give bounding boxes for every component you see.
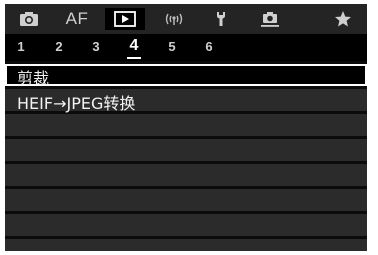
page-number-6[interactable]: 6 xyxy=(202,39,216,54)
page-number-4-active[interactable]: 4 xyxy=(127,37,141,55)
menu-row-empty xyxy=(5,189,367,211)
wrench-icon xyxy=(213,10,231,28)
active-page-indicator xyxy=(127,57,141,59)
page-number-3[interactable]: 3 xyxy=(89,39,103,54)
menu-tab-bar: AF xyxy=(5,4,367,34)
tab-my-menu[interactable] xyxy=(323,8,363,30)
menu-row-empty xyxy=(5,114,367,136)
camera-menu-screen: AF 1 2 3 4 5 6 剪裁 HEIF→JPEG转换 xyxy=(5,4,367,251)
tab-custom[interactable] xyxy=(250,8,290,30)
tab-af-label: AF xyxy=(65,9,89,28)
menu-row-empty xyxy=(5,139,367,161)
menu-item-heif-to-jpeg[interactable]: HEIF→JPEG转换 xyxy=(5,89,367,113)
menu-item-label: HEIF→JPEG转换 xyxy=(17,94,136,113)
tab-playback[interactable] xyxy=(105,8,145,30)
wireless-icon xyxy=(163,11,185,27)
playback-icon xyxy=(114,11,136,27)
menu-item-label: 剪裁 xyxy=(17,69,50,88)
menu-item-crop[interactable]: 剪裁 xyxy=(5,64,367,88)
custom-function-icon xyxy=(259,10,281,28)
tab-wireless[interactable] xyxy=(154,8,194,30)
tab-setup[interactable] xyxy=(202,8,242,30)
page-selector: 1 2 3 4 5 6 xyxy=(5,34,367,61)
menu-row-empty xyxy=(5,214,367,236)
menu-row-empty xyxy=(5,164,367,186)
page-number-5[interactable]: 5 xyxy=(165,39,179,54)
camera-icon xyxy=(19,11,39,27)
tab-af[interactable]: AF xyxy=(57,8,97,30)
star-icon xyxy=(334,10,352,28)
menu-row-empty xyxy=(5,239,367,251)
page-number-1[interactable]: 1 xyxy=(14,39,28,54)
tab-shooting[interactable] xyxy=(9,8,49,30)
page-number-2[interactable]: 2 xyxy=(52,39,66,54)
